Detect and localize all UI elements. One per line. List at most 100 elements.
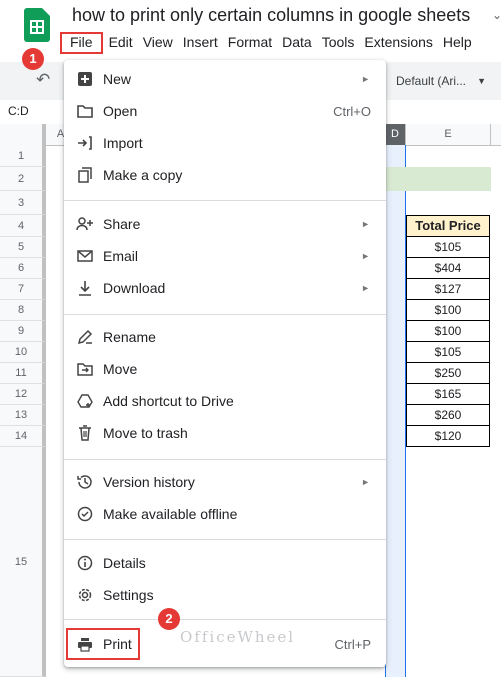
file-menu-dropdown: New ► Open Ctrl+O Import Make a copy Sha…: [64, 60, 386, 667]
menu-data[interactable]: Data: [277, 32, 317, 54]
row-header[interactable]: 6: [0, 258, 46, 279]
menu-extensions[interactable]: Extensions: [359, 32, 437, 54]
history-icon: [76, 473, 94, 491]
row-header[interactable]: 14: [0, 426, 46, 447]
menu-item-email[interactable]: Email ►: [64, 241, 386, 271]
menu-item-label: Version history: [103, 474, 195, 490]
menu-divider: [64, 314, 386, 315]
step-badge-2: 2: [158, 608, 180, 630]
sheets-logo-icon[interactable]: [24, 8, 50, 42]
menu-item-label: Add shortcut to Drive: [103, 393, 234, 409]
menu-item-label: Email: [103, 248, 139, 264]
table-cell[interactable]: $100: [406, 300, 490, 321]
name-box[interactable]: C:D: [8, 104, 29, 118]
menu-item-label: Import: [103, 135, 143, 151]
email-icon: [76, 247, 94, 265]
dropdown-arrow-icon: ▼: [477, 76, 486, 86]
menu-file[interactable]: File: [60, 32, 103, 54]
menu-item-move[interactable]: Move: [64, 354, 386, 384]
menu-item-download[interactable]: Download ►: [64, 273, 386, 303]
menu-view[interactable]: View: [138, 32, 178, 54]
menu-item-label: Make available offline: [103, 506, 238, 522]
gear-icon: [76, 586, 94, 604]
menu-item-make-copy[interactable]: Make a copy: [64, 160, 386, 190]
submenu-arrow-icon: ►: [361, 219, 370, 229]
selected-column-range: [385, 145, 406, 677]
menu-format[interactable]: Format: [223, 32, 277, 54]
trash-icon: [76, 424, 94, 442]
menu-item-label: New: [103, 71, 132, 87]
drive-shortcut-icon: [76, 392, 94, 410]
rename-icon: [76, 328, 94, 346]
total-price-header[interactable]: Total Price: [406, 215, 490, 237]
column-header-e[interactable]: E: [406, 124, 491, 145]
table-cell[interactable]: $127: [406, 279, 490, 300]
table-cell[interactable]: $260: [406, 405, 490, 426]
menu-item-settings[interactable]: Settings: [64, 580, 386, 610]
row-header[interactable]: 5: [0, 237, 46, 258]
row-header[interactable]: 13: [0, 405, 46, 426]
table-cell[interactable]: $105: [406, 342, 490, 363]
info-icon: [76, 554, 94, 572]
font-family-value: Default (Ari...: [396, 74, 467, 88]
menu-item-import[interactable]: Import: [64, 128, 386, 158]
shortcut-label: Ctrl+P: [334, 636, 371, 652]
app-header: how to print only certain columns in goo…: [0, 0, 501, 62]
menu-item-label: Details: [103, 555, 146, 571]
row-header[interactable]: 1: [0, 145, 46, 167]
undo-icon[interactable]: ↶: [36, 70, 50, 90]
menu-item-label: Move to trash: [103, 425, 188, 441]
menu-help[interactable]: Help: [438, 32, 477, 54]
watermark: OfficeWheel: [180, 628, 296, 646]
menu-item-new[interactable]: New ►: [64, 64, 386, 94]
table-cell[interactable]: $105: [406, 237, 490, 258]
table-cell[interactable]: $165: [406, 384, 490, 405]
table-cell[interactable]: $120: [406, 426, 490, 447]
menu-item-share[interactable]: Share ►: [64, 209, 386, 239]
menu-item-open[interactable]: Open Ctrl+O: [64, 96, 386, 126]
menu-item-add-shortcut[interactable]: Add shortcut to Drive: [64, 386, 386, 416]
row-header[interactable]: 2: [0, 167, 46, 191]
font-family-select[interactable]: Default (Ari... ▼: [392, 70, 492, 92]
row-header[interactable]: 7: [0, 279, 46, 300]
menu-item-rename[interactable]: Rename: [64, 322, 386, 352]
row-header[interactable]: 15: [0, 447, 46, 677]
menu-item-move-to-trash[interactable]: Move to trash: [64, 418, 386, 448]
submenu-arrow-icon: ►: [361, 477, 370, 487]
table-cell[interactable]: $404: [406, 258, 490, 279]
row-header[interactable]: 9: [0, 321, 46, 342]
row-header[interactable]: 3: [0, 191, 46, 215]
menu-item-version-history[interactable]: Version history ►: [64, 467, 386, 497]
table-cell[interactable]: $250: [406, 363, 490, 384]
folder-icon: [76, 102, 94, 120]
table-cell[interactable]: $100: [406, 321, 490, 342]
row-header[interactable]: 11: [0, 363, 46, 384]
row-header[interactable]: 8: [0, 300, 46, 321]
submenu-arrow-icon: ►: [361, 251, 370, 261]
menu-item-label: Make a copy: [103, 167, 183, 183]
menu-item-label: Settings: [103, 587, 154, 603]
copy-icon: [76, 166, 94, 184]
title-row-fill: [385, 167, 491, 191]
menu-tools[interactable]: Tools: [317, 32, 360, 54]
menu-item-details[interactable]: Details: [64, 548, 386, 578]
select-all-corner[interactable]: [0, 124, 46, 145]
menu-insert[interactable]: Insert: [178, 32, 223, 54]
row-header[interactable]: 12: [0, 384, 46, 405]
menu-item-label: Rename: [103, 329, 156, 345]
download-icon: [76, 279, 94, 297]
menu-item-label: Open: [103, 103, 138, 119]
submenu-arrow-icon: ►: [361, 74, 370, 84]
menu-item-label: Share: [103, 216, 141, 232]
column-header-d[interactable]: D: [385, 124, 406, 145]
menu-bar: File Edit View Insert Format Data Tools …: [60, 32, 477, 54]
row-header[interactable]: 4: [0, 215, 46, 237]
submenu-arrow-icon: ►: [361, 283, 370, 293]
print-highlight-box: [66, 628, 140, 660]
plus-square-icon: [76, 70, 94, 88]
menu-divider: [64, 539, 386, 540]
document-title[interactable]: how to print only certain columns in goo…: [72, 5, 470, 26]
menu-edit[interactable]: Edit: [104, 32, 138, 54]
row-header[interactable]: 10: [0, 342, 46, 363]
menu-item-offline[interactable]: Make available offline: [64, 499, 386, 529]
